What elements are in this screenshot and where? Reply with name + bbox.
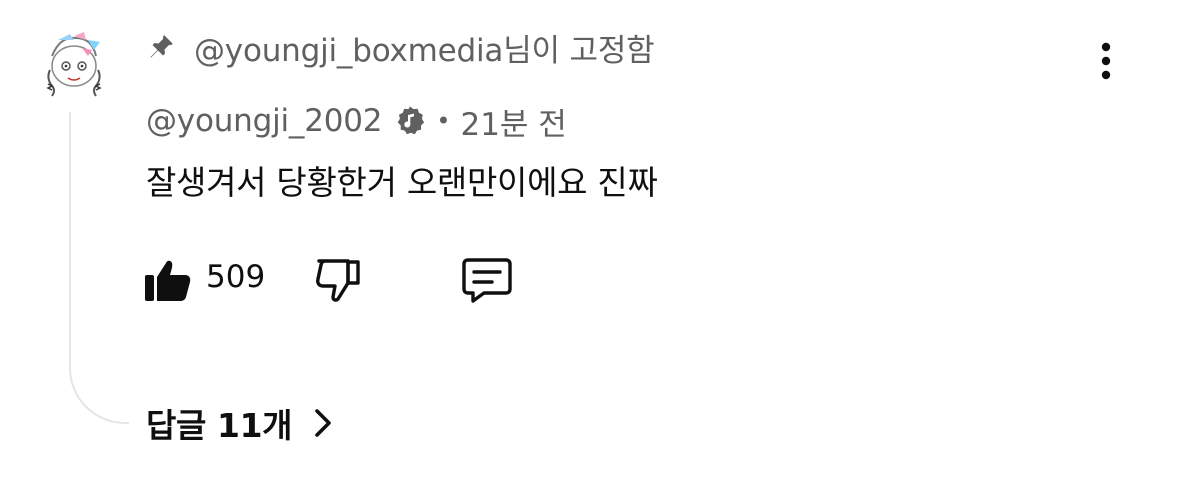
reply-button[interactable] (460, 255, 514, 305)
pin-icon (146, 30, 180, 64)
pinned-banner: @youngji_boxmedia님이 고정함 (146, 24, 655, 70)
view-replies-button[interactable]: 답글 11개 (146, 398, 336, 448)
thumbs-down-icon (316, 259, 360, 302)
comment-icon (462, 258, 512, 303)
thumbs-up-icon (145, 260, 191, 301)
more-options-button[interactable] (1088, 38, 1124, 86)
comment-author[interactable]: @youngji_2002 (146, 103, 383, 139)
replies-label: 답글 11개 (146, 406, 293, 445)
comment-header: @youngji_2002 • 21분 전 (146, 98, 567, 144)
more-vertical-icon (1101, 42, 1111, 80)
avatar-image (46, 32, 102, 97)
pinned-by-text: @youngji_boxmedia님이 고정함 (194, 32, 655, 69)
chevron-right-icon (310, 406, 336, 440)
dislike-button[interactable] (314, 255, 362, 305)
music-note-verified-icon (394, 105, 426, 137)
comment-text: 잘생겨서 당황한거 오랜만이에요 진짜 (146, 163, 658, 202)
comment-timestamp: 21분 전 (460, 106, 567, 143)
like-button[interactable] (144, 255, 192, 305)
avatar[interactable] (38, 26, 110, 98)
like-count: 509 (206, 259, 266, 295)
thread-connector-line (69, 112, 129, 424)
meta-separator: • (436, 107, 451, 135)
